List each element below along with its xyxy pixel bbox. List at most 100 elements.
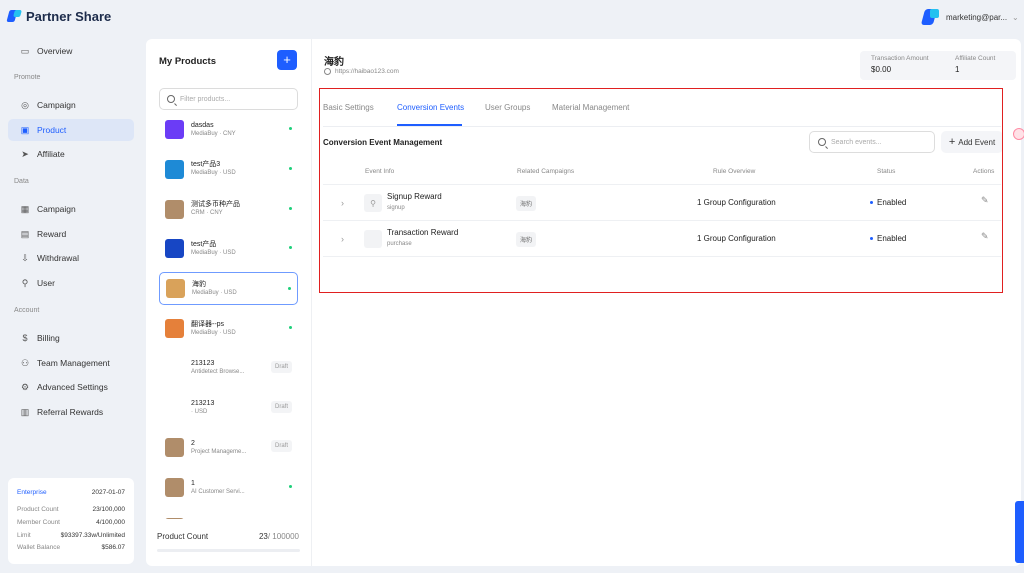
sidebar-item-team-management[interactable]: ⚇ Team Management [8, 352, 134, 374]
value: $93397.33w/Unlimited [60, 531, 125, 539]
event-name: Transaction Reward [387, 228, 459, 237]
product-count-bar [157, 549, 300, 552]
product-list-item[interactable]: 翻译器--ps MediaBuy · USD [159, 312, 298, 345]
product-thumbnail [165, 358, 184, 378]
sidebar-item-label: Referral Rewards [37, 407, 104, 417]
product-name: 213123 [191, 360, 215, 368]
product-text: test产品 MediaBuy · USD [191, 240, 236, 258]
target-icon: ◎ [21, 99, 29, 110]
product-thumbnail [165, 478, 184, 498]
product-list-item[interactable]: 213213 · USD Draft [159, 392, 298, 425]
product-thumbnail [166, 279, 185, 299]
chevron-right-icon[interactable]: › [341, 198, 344, 208]
table-row[interactable]: › Transaction Reward purchase 海豹 1 Group… [323, 220, 1001, 256]
product-meta: AI Customer Servi... [191, 488, 245, 495]
sidebar-item-data-campaign[interactable]: ▦ Campaign [8, 198, 134, 220]
column-header: Event Info [365, 168, 395, 175]
product-list-item[interactable]: 测试多币种产品 CRM · CNY [159, 193, 298, 226]
product-list-item[interactable]: test产品 MediaBuy · USD [159, 232, 298, 265]
sidebar-item-overview[interactable]: ▭ Overview [8, 40, 134, 62]
section-label-promote: Promote [14, 74, 41, 81]
sidebar-item-product[interactable]: ▣ Product [8, 119, 134, 141]
sidebar-item-advanced-settings[interactable]: ⚙ Advanced Settings [8, 376, 134, 398]
monitor-icon: ▭ [20, 45, 30, 56]
url-text: https://haibao123.com [335, 68, 399, 75]
product-name: 测试多币种产品 [191, 201, 240, 209]
product-thumbnail [165, 120, 184, 139]
plan-limit: Limit $93397.33w/Unlimited [17, 529, 125, 542]
product-list-item[interactable]: 213123 Antidetect Browse... Draft [159, 352, 298, 385]
user-icon: ⚲ [21, 277, 29, 288]
status-text: Enabled [877, 234, 907, 243]
floating-helper-icon[interactable] [1013, 128, 1024, 140]
sidebar-item-withdrawal[interactable]: ⇩ Withdrawal [8, 247, 134, 269]
active-tab-indicator [397, 124, 462, 126]
value: 23/100,000 [92, 506, 125, 514]
product-meta: MediaBuy · USD [191, 249, 236, 256]
label: Limit [17, 531, 31, 539]
add-product-button[interactable]: + [277, 50, 297, 70]
tab-user-groups[interactable]: User Groups [485, 103, 530, 112]
product-meta: Antidetect Browse... [191, 369, 245, 376]
add-event-button[interactable]: + Add Event [941, 131, 1003, 153]
tab-material-management[interactable]: Material Management [552, 103, 629, 112]
value: $586.07 [101, 544, 126, 552]
brand-logo[interactable]: Partner Share [8, 8, 111, 24]
status-dot [870, 201, 873, 204]
search-icon [167, 95, 175, 103]
label: Member Count [17, 518, 60, 526]
rule-overview: 1 Group Configuration [697, 198, 776, 207]
product-text: 测试多币种产品 CRM · CNY [191, 200, 240, 218]
tab-basic-settings[interactable]: Basic Settings [323, 103, 374, 112]
status-badge: Enabled [870, 198, 906, 207]
team-icon: ⚇ [20, 357, 30, 368]
filter-products-input[interactable]: Filter products... [159, 88, 298, 110]
product-name: 1 [191, 479, 195, 487]
sidebar-item-billing[interactable]: $ Billing [8, 327, 134, 349]
product-name: test产品3 [191, 161, 221, 169]
value: 4/100,000 [96, 518, 125, 526]
stat-transaction-amount: Transaction Amount $0.00 [871, 55, 929, 74]
active-status-dot [289, 485, 292, 489]
product-title: 海豹 [324, 57, 344, 68]
section-label-data: Data [14, 178, 29, 185]
product-list-item[interactable]: 海豹 MediaBuy · USD [159, 272, 298, 306]
chevron-right-icon[interactable]: › [341, 234, 344, 244]
search-events-input[interactable]: Search events... [809, 131, 935, 153]
event-name: Signup Reward [387, 192, 442, 201]
campaign-tag: 海豹 [516, 196, 537, 211]
product-text: 1 AI Customer Servi... [191, 479, 245, 497]
product-thumbnail [165, 398, 184, 418]
product-list-item[interactable]: dasdas MediaBuy · CNY [159, 113, 298, 146]
user-menu[interactable]: marketing@par... ⌄ [921, 7, 1019, 27]
product-list-item[interactable]: 1 AI Customer Servi... [159, 471, 298, 504]
globe-icon [324, 68, 331, 75]
sidebar-item-affiliate[interactable]: ➤ Affiliate [8, 143, 134, 165]
products-title: My Products [159, 56, 217, 67]
table-row[interactable]: › ⚲ Signup Reward signup 海豹 1 Group Conf… [323, 184, 1001, 220]
add-event-label: Add Event [958, 137, 996, 147]
sidebar-item-user[interactable]: ⚲ User [8, 272, 134, 294]
floating-feedback-tab[interactable] [1015, 501, 1024, 563]
send-icon: ➤ [21, 148, 29, 159]
label: Wallet Balance [17, 544, 61, 552]
plan-wallet: Wallet Balance $586.07 [17, 541, 125, 554]
sidebar-item-referral-rewards[interactable]: ▥ Referral Rewards [8, 401, 134, 423]
section-title: Conversion Event Management [323, 138, 443, 147]
draft-badge: Draft [270, 440, 292, 453]
product-meta: MediaBuy · USD [191, 170, 236, 177]
edit-icon[interactable]: ✎ [981, 231, 989, 242]
tab-conversion-events[interactable]: Conversion Events [397, 103, 464, 112]
gear-icon: ⚙ [20, 381, 30, 392]
product-text: 213213 · USD [191, 399, 214, 417]
product-thumbnail [165, 518, 184, 519]
plan-name: Enterprise [17, 488, 47, 496]
product-list-item[interactable]: 测试222 [159, 511, 298, 519]
sidebar-item-reward[interactable]: ▤ Reward [8, 223, 134, 245]
edit-icon[interactable]: ✎ [981, 195, 989, 206]
product-list-item[interactable]: test产品3 MediaBuy · USD [159, 153, 298, 186]
product-list-item[interactable]: 2 Project Manageme... Draft [159, 431, 298, 464]
active-status-dot [289, 166, 292, 170]
product-url[interactable]: https://haibao123.com [324, 68, 399, 75]
sidebar-item-campaign[interactable]: ◎ Campaign [8, 94, 134, 116]
